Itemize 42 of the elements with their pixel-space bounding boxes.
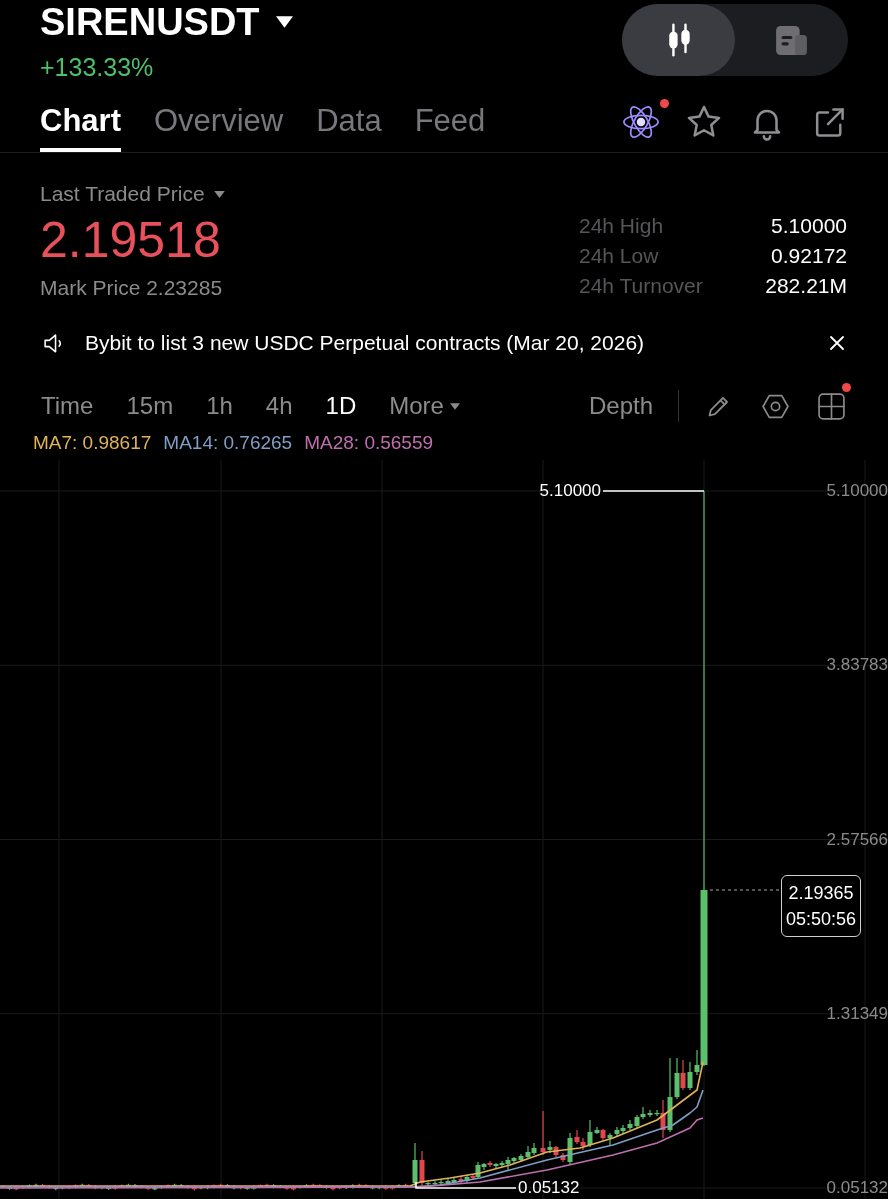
- tab[interactable]: Feed: [414, 92, 486, 152]
- more-menu-button[interactable]: More: [389, 391, 460, 421]
- high-price-label: 5.10000: [539, 481, 601, 501]
- timeframe-tab[interactable]: 15m: [126, 391, 174, 421]
- stat-label: 24h Turnover: [579, 273, 703, 299]
- caret-icon: [213, 190, 225, 198]
- timeframe-tab[interactable]: 4h: [265, 391, 293, 421]
- price-change: +133.33%: [40, 52, 155, 82]
- stat-label: 24h Low: [579, 243, 659, 269]
- document-icon: [776, 25, 807, 55]
- tab[interactable]: Chart: [40, 92, 121, 152]
- depth-button[interactable]: Depth: [588, 391, 653, 421]
- axis-label: 1.31349: [826, 1003, 888, 1024]
- last-price: 2.19518: [40, 212, 221, 268]
- caret-icon: [275, 16, 293, 28]
- current-price-label: 2.19365: [788, 882, 854, 905]
- ma-legend-label: MA14: 0.76265: [163, 431, 293, 455]
- low-price-label: 0.05132: [518, 1178, 580, 1198]
- ma-legend-label: MA28: 0.56559: [304, 431, 434, 455]
- stat-value: 5.10000: [771, 213, 847, 239]
- stat-value: 0.92172: [771, 243, 847, 269]
- tab[interactable]: Overview: [153, 92, 284, 152]
- timeframe-tab[interactable]: 1D: [325, 391, 357, 421]
- timeframe-tab[interactable]: Time: [41, 391, 94, 421]
- symbol-selector[interactable]: SIRENUSDT: [40, 0, 293, 44]
- axis-label: 0.05132: [826, 1178, 888, 1198]
- mark-price: Mark Price 2.23285: [40, 275, 223, 301]
- timeframe-tab[interactable]: 1h: [206, 391, 233, 421]
- axis-label: 5.10000: [826, 481, 888, 501]
- axis-label: 2.57566: [826, 829, 888, 850]
- ma-legend-label: MA7: 0.98617: [33, 431, 152, 455]
- close-icon[interactable]: [829, 335, 845, 351]
- atom-icon[interactable]: [622, 103, 660, 141]
- axis-label: 3.83783: [826, 655, 888, 676]
- announcement-text[interactable]: Bybit to list 3 new USDC Perpetual contracts (Mar 20, 2026): [85, 328, 645, 358]
- countdown-label: 05:50:56: [785, 908, 857, 931]
- stat-label: 24h High: [579, 213, 664, 239]
- price-type-selector[interactable]: Last Traded Price: [40, 181, 225, 207]
- stat-value: 282.21M: [765, 273, 847, 299]
- tab[interactable]: Data: [316, 92, 382, 152]
- grid-icon[interactable]: [817, 391, 846, 421]
- caret-icon: [449, 402, 460, 410]
